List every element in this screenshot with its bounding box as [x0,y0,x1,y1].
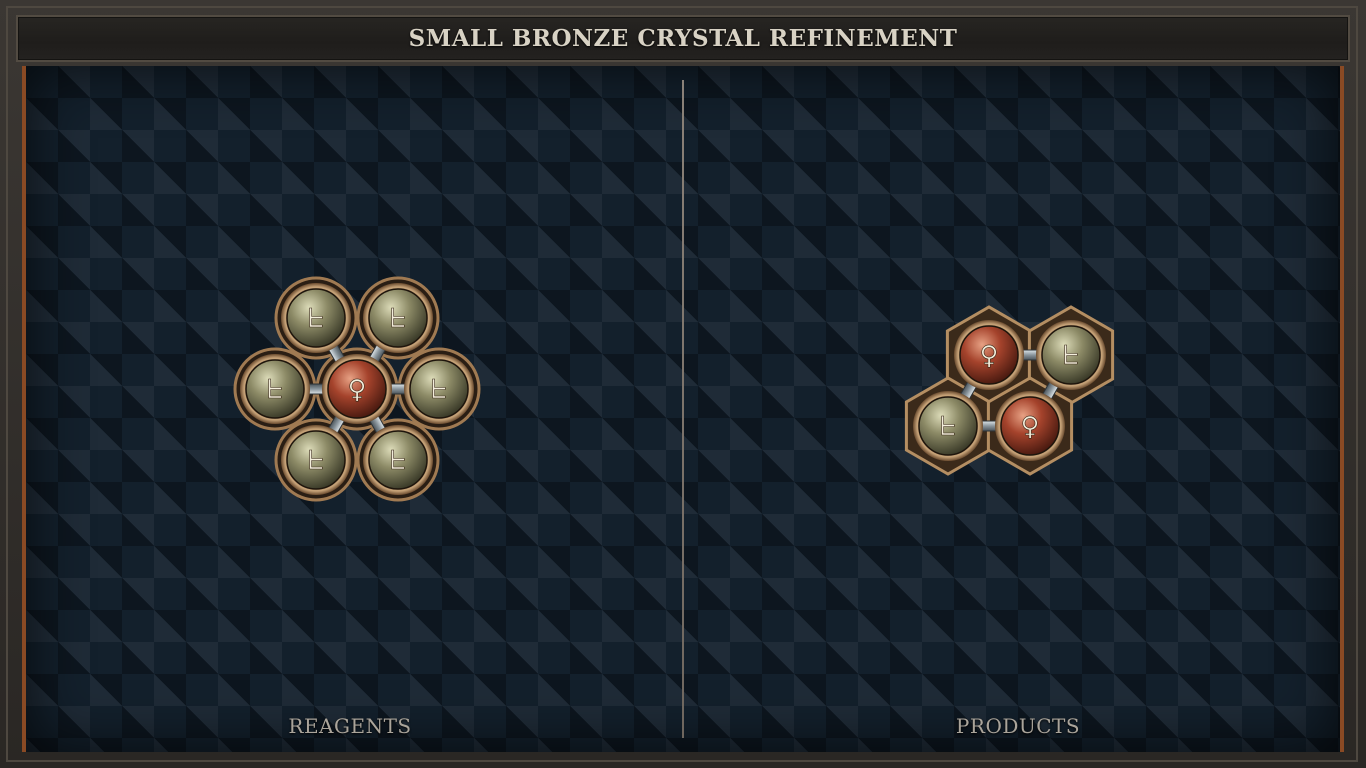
salt-symbol: ᖶ [940,412,955,442]
copper-symbol: ♀ [979,341,998,371]
salt-atom: ᖶ [1036,320,1106,390]
copper-atom: ♀ [322,354,392,424]
molecule-canvas: ♀ ᖶ ᖶ ᖶ ᖶ ᖶ ᖶ ♀ ᖶ ᖶ ♀ [233,276,1115,502]
salt-symbol: ᖶ [267,375,282,405]
salt-symbol: ᖶ [308,304,323,334]
salt-symbol: ᖶ [1063,341,1078,371]
salt-atom: ᖶ [240,354,310,424]
salt-symbol: ᖶ [390,304,405,334]
salt-atom: ᖶ [363,282,433,353]
copper-symbol: ♀ [1020,412,1039,442]
copper-symbol: ♀ [347,375,366,405]
salt-symbol: ᖶ [390,446,405,476]
salt-atom: ᖶ [281,282,351,353]
salt-atom: ᖶ [281,425,351,496]
reagent-molecule: ♀ ᖶ ᖶ ᖶ ᖶ ᖶ ᖶ [233,276,481,502]
product-molecule: ♀ ᖶ ᖶ ♀ [904,305,1115,476]
salt-atom: ᖶ [913,391,983,461]
copper-atom: ♀ [995,391,1065,461]
salt-symbol: ᖶ [308,446,323,476]
salt-atom: ᖶ [404,354,474,424]
salt-atom: ᖶ [363,425,433,496]
copper-atom: ♀ [954,320,1024,390]
salt-symbol: ᖶ [431,375,446,405]
